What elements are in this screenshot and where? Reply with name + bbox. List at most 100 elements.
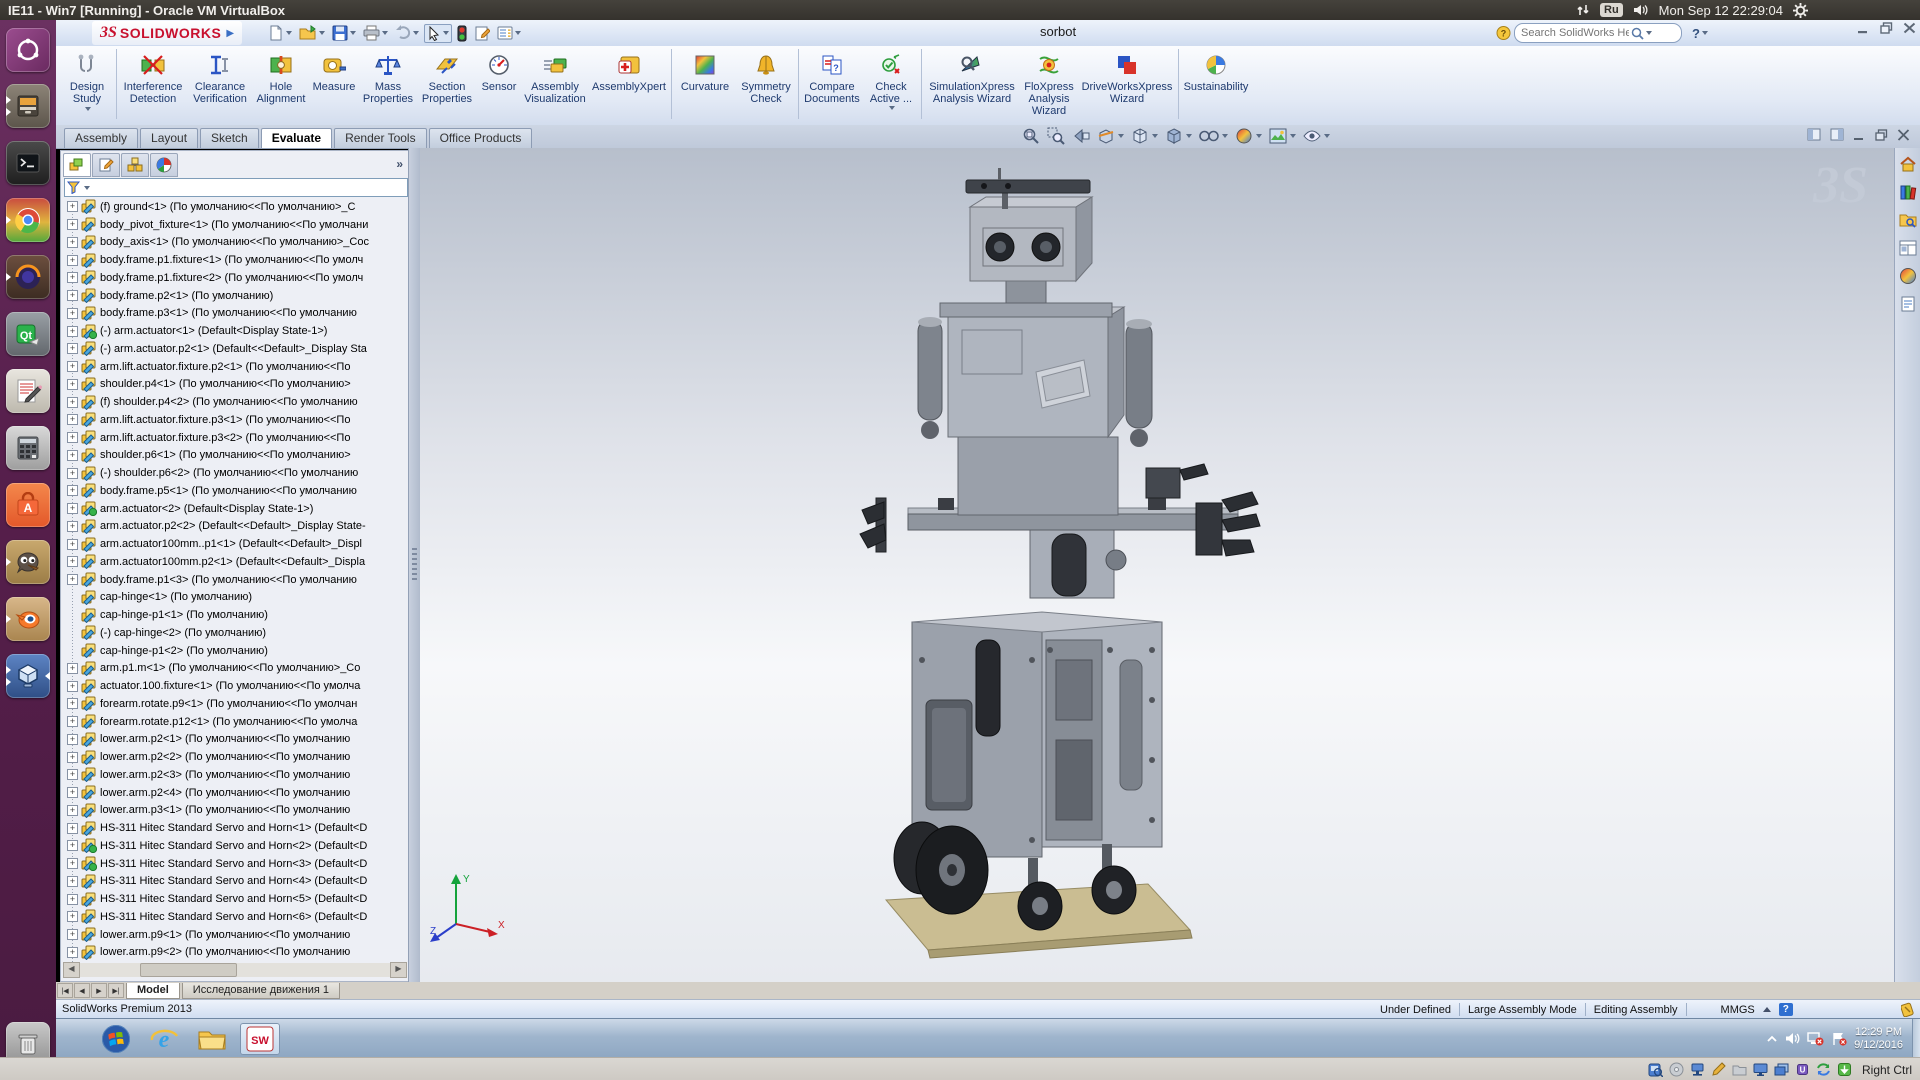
tree-item[interactable]: + HS-311 Hitec Standard Servo and Horn<6… xyxy=(63,908,407,926)
tree-item[interactable]: + shoulder.p6<1> (По умолчанию<<По умолч… xyxy=(63,447,407,465)
tree-item[interactable]: + (-) shoulder.p6<2> (По умолчанию<<По у… xyxy=(63,464,407,482)
launcher-item-virtualbox[interactable] xyxy=(6,654,50,698)
expand-icon[interactable]: + xyxy=(67,698,78,709)
view-settings-icon[interactable] xyxy=(1303,130,1330,142)
ribbon-button-mass-properties[interactable]: Mass Properties xyxy=(359,46,417,123)
expand-icon[interactable]: + xyxy=(67,219,78,230)
new-document-button[interactable] xyxy=(266,24,294,42)
expand-icon[interactable]: + xyxy=(67,556,78,567)
expand-icon[interactable]: + xyxy=(67,361,78,372)
expand-icon[interactable]: + xyxy=(67,521,78,532)
document-minimize-button[interactable] xyxy=(1853,129,1866,141)
tree-item[interactable]: + body.frame.p1<3> (По умолчанию<<По умо… xyxy=(63,571,407,589)
launcher-item-calculator[interactable] xyxy=(6,426,50,470)
ribbon-button-measure[interactable]: Measure xyxy=(309,46,359,123)
storage-icon[interactable] xyxy=(1648,1062,1663,1077)
tree-item[interactable]: + lower.arm.p9<2> (По умолчанию<<По умол… xyxy=(63,944,407,962)
expand-icon[interactable]: + xyxy=(67,734,78,745)
tree-item[interactable]: + (-) arm.actuator.p2<1> (Default<<Defau… xyxy=(63,340,407,358)
tab-dimxpertmanager[interactable] xyxy=(150,153,178,177)
solidworks-resources-icon[interactable] xyxy=(1898,154,1918,174)
expand-icon[interactable]: + xyxy=(67,485,78,496)
tree-item[interactable]: + arm.lift.actuator.fixture.p3<2> (По ум… xyxy=(63,429,407,447)
launcher-item-eclipse[interactable] xyxy=(6,255,50,299)
status-note-icon[interactable] xyxy=(1901,1002,1916,1017)
ribbon-button-hole-alignment[interactable]: Hole Alignment xyxy=(253,46,309,123)
ribbon-button-floxpress[interactable]: FloXpress Analysis Wizard xyxy=(1020,46,1078,123)
apply-scene-icon[interactable] xyxy=(1269,128,1296,144)
expand-icon[interactable]: + xyxy=(67,805,78,816)
model-tab[interactable]: Model xyxy=(126,983,180,999)
ribbon-tab[interactable]: Evaluate xyxy=(261,128,332,148)
options-button[interactable] xyxy=(495,24,523,42)
ribbon-button-design-study[interactable]: Design Study xyxy=(60,46,114,123)
tab-configurationmanager[interactable] xyxy=(121,153,149,177)
optical-disc-icon[interactable] xyxy=(1669,1062,1684,1077)
tray-clock[interactable]: 12:29 PM 9/12/2016 xyxy=(1854,1026,1903,1052)
shared-folders-icon[interactable] xyxy=(1732,1062,1747,1077)
speaker-icon[interactable] xyxy=(1785,1032,1800,1045)
launcher-item-ubuntu-dash[interactable] xyxy=(6,28,50,72)
tree-item[interactable]: + body.frame.p2<1> (По умолчанию) xyxy=(63,287,407,305)
expand-icon[interactable]: + xyxy=(67,911,78,922)
view-orientation-icon[interactable] xyxy=(1131,127,1158,145)
previous-view-icon[interactable] xyxy=(1072,127,1090,145)
taskbar-file-explorer[interactable] xyxy=(192,1023,232,1055)
splitter-grip[interactable] xyxy=(412,548,417,582)
units-dropdown-arrow[interactable] xyxy=(1763,1007,1771,1012)
document-close-button[interactable] xyxy=(1897,129,1910,141)
expand-icon[interactable]: + xyxy=(67,787,78,798)
restore-button[interactable] xyxy=(1880,22,1893,34)
scrollbar-thumb[interactable] xyxy=(140,963,237,977)
search-scope-dropdown[interactable] xyxy=(1646,31,1652,35)
tree-item[interactable]: + lower.arm.p3<1> (По умолчанию<<По умол… xyxy=(63,802,407,820)
tree-item[interactable]: + arm.actuator.p2<2> (Default<<Default>_… xyxy=(63,518,407,536)
robot-model[interactable] xyxy=(420,148,1894,982)
expand-icon[interactable]: + xyxy=(67,681,78,692)
next-tab-button[interactable]: ▶ xyxy=(91,983,107,998)
expand-icon[interactable]: + xyxy=(67,237,78,248)
search-box[interactable] xyxy=(1514,23,1682,43)
tree-item[interactable]: + HS-311 Hitec Standard Servo and Horn<1… xyxy=(63,819,407,837)
network-status-icon[interactable] xyxy=(1807,1032,1824,1046)
tree-item[interactable]: + (-) cap-hinge<2> (По умолчанию) xyxy=(63,624,407,642)
ribbon-button-sustainability[interactable]: Sustainability xyxy=(1181,46,1251,123)
tree-item[interactable]: + body.frame.p1.fixture<1> (По умолчанию… xyxy=(63,251,407,269)
launcher-item-terminal[interactable] xyxy=(6,141,50,185)
launcher-item-gimp[interactable] xyxy=(6,540,50,584)
start-button[interactable] xyxy=(96,1023,136,1055)
expand-icon[interactable]: + xyxy=(67,947,78,958)
expand-icon[interactable]: + xyxy=(67,290,78,301)
expand-icon[interactable]: + xyxy=(67,840,78,851)
first-tab-button[interactable]: |◀ xyxy=(57,983,73,998)
tree-item[interactable]: + arm.actuator100mm..p1<1> (Default<<Def… xyxy=(63,535,407,553)
tree-item[interactable]: + body.frame.p1.fixture<2> (По умолчанию… xyxy=(63,269,407,287)
ribbon-tab[interactable]: Office Products xyxy=(429,128,533,148)
tree-item[interactable]: + arm.actuator<2> (Default<Display State… xyxy=(63,500,407,518)
tree-filter-box[interactable] xyxy=(64,178,408,197)
tree-item[interactable]: + lower.arm.p2<1> (По умолчанию<<По умол… xyxy=(63,731,407,749)
select-tool-button[interactable] xyxy=(424,24,452,43)
ribbon-button-symmetry-check[interactable]: Symmetry Check xyxy=(736,46,796,123)
tree-item[interactable]: + (f) ground<1> (По умолчанию<<По умолча… xyxy=(63,198,407,216)
keyboard-layout-indicator[interactable]: Ru xyxy=(1600,3,1623,17)
file-properties-button[interactable] xyxy=(472,24,492,42)
expand-icon[interactable]: + xyxy=(67,929,78,940)
pane-split-right-icon[interactable] xyxy=(1830,128,1844,141)
launcher-item-blender[interactable] xyxy=(6,597,50,641)
print-button[interactable] xyxy=(361,24,390,42)
ribbon-button-simulationxpress[interactable]: SimulationXpress Analysis Wizard xyxy=(924,46,1020,123)
ribbon-button-driveworksxpress[interactable]: DriveWorksXpress Wizard xyxy=(1078,46,1176,123)
virtual-screens-icon[interactable] xyxy=(1774,1062,1789,1077)
tree-item[interactable]: + arm.actuator100mm.p2<1> (Default<<Defa… xyxy=(63,553,407,571)
zoom-to-area-icon[interactable] xyxy=(1047,127,1065,145)
file-explorer-icon[interactable] xyxy=(1898,210,1918,230)
expand-icon[interactable]: + xyxy=(67,272,78,283)
edit-appearance-icon[interactable] xyxy=(1235,127,1262,145)
expand-icon[interactable]: + xyxy=(67,468,78,479)
mouse-capture-icon[interactable] xyxy=(1837,1062,1852,1077)
tree-item[interactable]: + lower.arm.p2<2> (По умолчанию<<По умол… xyxy=(63,748,407,766)
expand-icon[interactable]: + xyxy=(67,716,78,727)
ribbon-button-check-active[interactable]: Check Active ... xyxy=(863,46,919,123)
units-selector[interactable]: MMGS xyxy=(1721,1004,1755,1016)
